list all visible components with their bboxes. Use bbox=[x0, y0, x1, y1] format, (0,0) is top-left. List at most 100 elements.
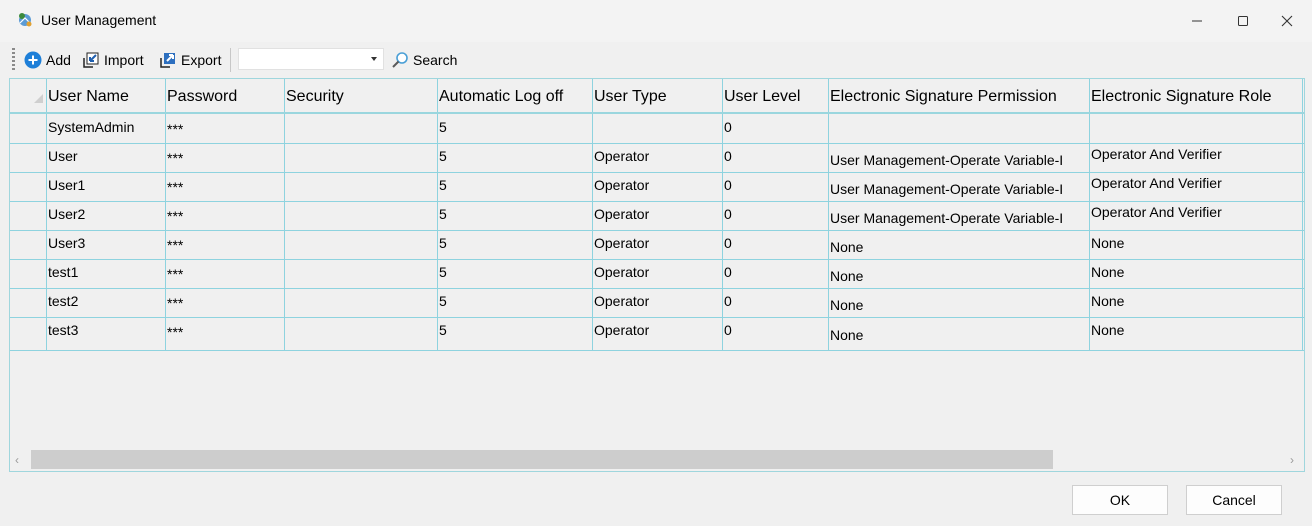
table-cell[interactable]: 0 bbox=[724, 177, 732, 193]
column-header-automatic-log-off[interactable]: Automatic Log off bbox=[439, 88, 563, 106]
user-table: User Name Password Security Automatic Lo… bbox=[9, 78, 1305, 472]
table-cell[interactable]: test3 bbox=[48, 322, 78, 338]
table-cell[interactable]: SystemAdmin bbox=[48, 119, 134, 135]
table-cell[interactable]: None bbox=[830, 327, 1088, 343]
column-header-user-name[interactable]: User Name bbox=[48, 88, 129, 106]
export-button[interactable]: Export bbox=[159, 49, 221, 71]
table-cell[interactable]: None bbox=[830, 297, 1088, 313]
table-cell[interactable]: 0 bbox=[724, 264, 732, 280]
toolbar: Add Import Export Search bbox=[0, 42, 1312, 78]
minimize-icon bbox=[1192, 20, 1202, 22]
table-cell[interactable]: 5 bbox=[439, 235, 447, 251]
table-cell[interactable]: User bbox=[48, 148, 78, 164]
table-cell[interactable]: *** bbox=[167, 324, 183, 340]
table-cell[interactable]: Operator And Verifier bbox=[1091, 175, 1222, 191]
table-cell[interactable]: 0 bbox=[724, 235, 732, 251]
table-cell[interactable]: Operator bbox=[594, 148, 649, 164]
table-cell[interactable]: 5 bbox=[439, 322, 447, 338]
table-cell[interactable]: *** bbox=[167, 208, 183, 224]
table-cell[interactable]: 5 bbox=[439, 148, 447, 164]
column-header-password[interactable]: Password bbox=[167, 88, 237, 106]
scroll-right-icon[interactable]: › bbox=[1290, 453, 1294, 467]
table-cell[interactable]: Operator bbox=[594, 235, 649, 251]
table-cell[interactable]: None bbox=[830, 268, 1088, 284]
table-cell[interactable]: *** bbox=[167, 179, 183, 195]
table-cell[interactable]: None bbox=[1091, 293, 1124, 309]
table-cell[interactable]: 0 bbox=[724, 148, 732, 164]
table-cell[interactable]: Operator And Verifier bbox=[1091, 146, 1222, 162]
maximize-icon bbox=[1238, 16, 1248, 26]
minimize-button[interactable] bbox=[1174, 0, 1220, 42]
add-button[interactable]: Add bbox=[24, 49, 71, 71]
row-divider bbox=[10, 317, 1304, 318]
column-divider bbox=[1302, 79, 1303, 351]
column-header-esig-permission[interactable]: Electronic Signature Permission bbox=[830, 88, 1057, 106]
table-cell[interactable]: 5 bbox=[439, 119, 447, 135]
table-cell[interactable]: 5 bbox=[439, 264, 447, 280]
table-cell[interactable]: 5 bbox=[439, 177, 447, 193]
table-cell[interactable]: User1 bbox=[48, 177, 85, 193]
ok-button[interactable]: OK bbox=[1072, 485, 1168, 515]
column-header-user-type[interactable]: User Type bbox=[594, 88, 667, 106]
table-cell[interactable]: *** bbox=[167, 237, 183, 253]
table-cell[interactable]: 0 bbox=[724, 206, 732, 222]
column-divider bbox=[437, 79, 438, 351]
column-header-esig-role[interactable]: Electronic Signature Role bbox=[1091, 88, 1272, 106]
title-bar: User Management bbox=[0, 0, 1312, 42]
close-button[interactable] bbox=[1264, 0, 1310, 42]
column-divider bbox=[722, 79, 723, 351]
table-cell[interactable]: *** bbox=[167, 295, 183, 311]
table-cell[interactable]: *** bbox=[167, 121, 183, 137]
table-cell[interactable]: None bbox=[830, 239, 1088, 255]
table-cell[interactable]: *** bbox=[167, 150, 183, 166]
add-icon bbox=[24, 51, 42, 69]
search-combo[interactable] bbox=[238, 48, 384, 70]
table-cell[interactable]: test1 bbox=[48, 264, 78, 280]
close-icon bbox=[1281, 15, 1293, 27]
table-cell[interactable]: Operator bbox=[594, 264, 649, 280]
table-cell[interactable]: User Management-Operate Variable-I bbox=[830, 152, 1088, 168]
table-cell[interactable]: None bbox=[1091, 235, 1124, 251]
table-cell[interactable]: User Management-Operate Variable-I bbox=[830, 210, 1088, 226]
import-label: Import bbox=[104, 52, 144, 68]
column-header-security[interactable]: Security bbox=[286, 88, 344, 106]
maximize-button[interactable] bbox=[1220, 0, 1266, 42]
add-label: Add bbox=[46, 52, 71, 68]
table-cell[interactable]: 0 bbox=[724, 119, 732, 135]
scroll-left-icon[interactable]: ‹ bbox=[15, 453, 19, 467]
column-divider bbox=[1089, 79, 1090, 351]
column-divider bbox=[828, 79, 829, 351]
table-cell[interactable]: User2 bbox=[48, 206, 85, 222]
scrollbar-thumb[interactable] bbox=[31, 450, 1053, 469]
table-cell[interactable]: test2 bbox=[48, 293, 78, 309]
column-header-user-level[interactable]: User Level bbox=[724, 88, 800, 106]
toolbar-grip[interactable] bbox=[12, 48, 15, 70]
import-button[interactable]: Import bbox=[82, 49, 144, 71]
chevron-down-icon[interactable] bbox=[371, 57, 377, 61]
search-icon bbox=[392, 52, 408, 68]
table-cell[interactable]: 5 bbox=[439, 293, 447, 309]
table-cell[interactable]: User Management-Operate Variable-I bbox=[830, 181, 1088, 197]
search-button[interactable]: Search bbox=[391, 49, 457, 71]
row-divider bbox=[10, 230, 1304, 231]
table-cell[interactable]: None bbox=[1091, 264, 1124, 280]
cancel-button[interactable]: Cancel bbox=[1186, 485, 1282, 515]
table-cell[interactable]: Operator bbox=[594, 293, 649, 309]
table-cell[interactable]: Operator bbox=[594, 177, 649, 193]
horizontal-scrollbar[interactable]: ‹ › bbox=[10, 449, 1304, 471]
app-globe-icon bbox=[17, 12, 33, 28]
table-cell[interactable]: Operator And Verifier bbox=[1091, 204, 1222, 220]
column-divider bbox=[46, 79, 47, 351]
table-cell[interactable]: User3 bbox=[48, 235, 85, 251]
column-divider bbox=[284, 79, 285, 351]
table-cell[interactable]: Operator bbox=[594, 322, 649, 338]
table-cell[interactable]: None bbox=[1091, 322, 1124, 338]
table-cell[interactable]: Operator bbox=[594, 206, 649, 222]
table-cell[interactable]: 0 bbox=[724, 293, 732, 309]
dialog-footer: OK Cancel bbox=[0, 472, 1312, 526]
table-cell[interactable]: 0 bbox=[724, 322, 732, 338]
column-divider bbox=[592, 79, 593, 351]
table-cell[interactable]: *** bbox=[167, 266, 183, 282]
row-divider bbox=[10, 259, 1304, 260]
table-cell[interactable]: 5 bbox=[439, 206, 447, 222]
